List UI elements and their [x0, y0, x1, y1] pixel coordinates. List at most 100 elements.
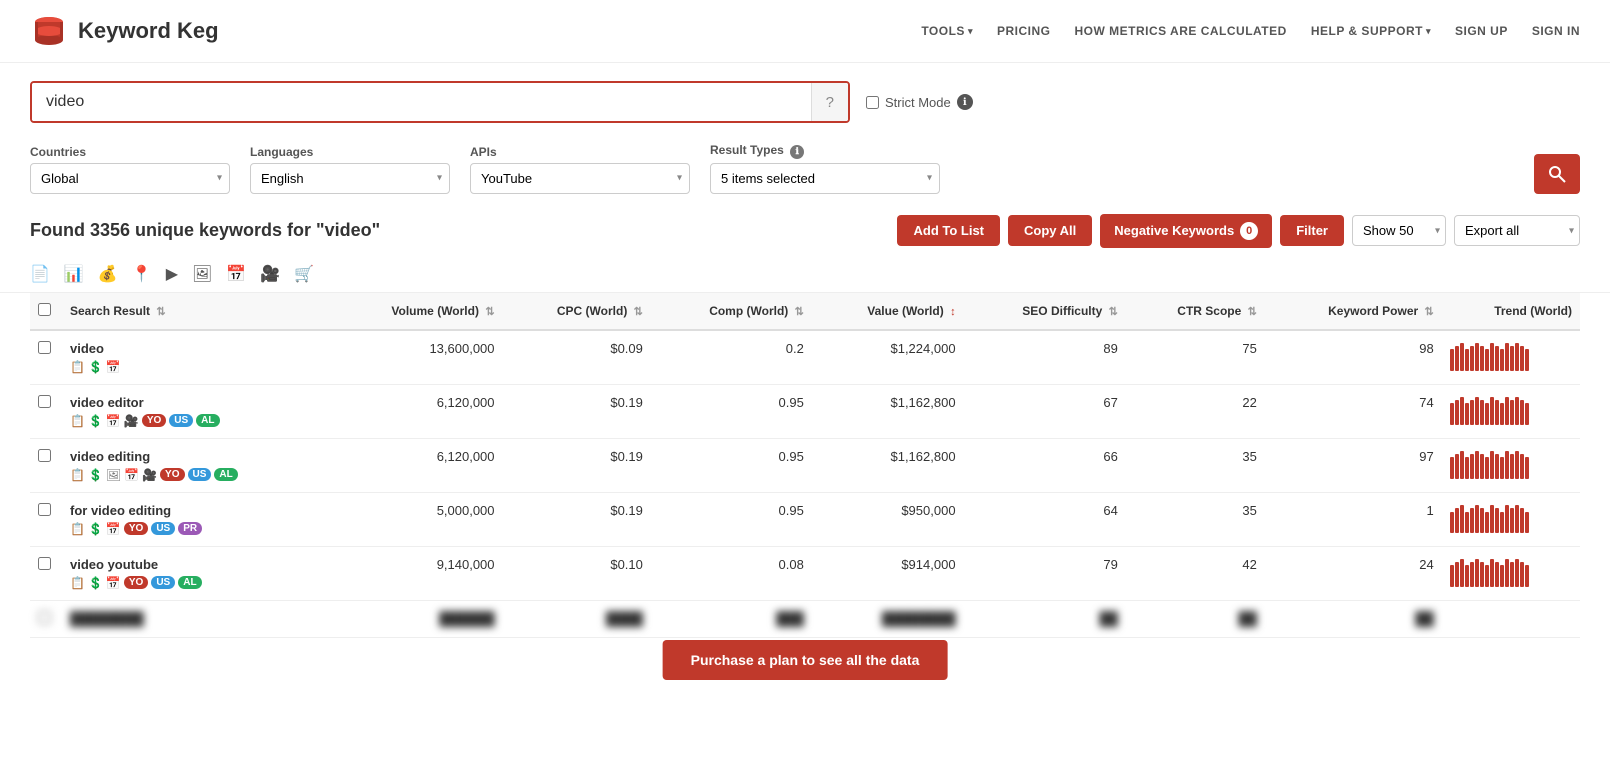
nav-pricing[interactable]: PRICING — [997, 24, 1051, 38]
col-seo: SEO Difficulty ⇅ — [964, 293, 1126, 330]
sort-cpc-icon[interactable]: ⇅ — [634, 306, 643, 318]
cell-value: 35 — [1126, 438, 1265, 492]
tag-calendar-icon[interactable]: 📅 — [106, 576, 121, 590]
badge-al: AL — [214, 468, 237, 481]
countries-label: Countries — [30, 145, 230, 159]
tag-dollar-icon[interactable]: 💲 — [88, 522, 103, 536]
nav-tools[interactable]: TOOLS ▾ — [921, 24, 973, 38]
toolbar-calendar-icon[interactable]: 📅 — [226, 264, 246, 284]
tag-copy-icon[interactable]: 📋 — [70, 468, 85, 482]
tag-video-icon[interactable]: 🎥 — [142, 468, 157, 482]
row-checkbox[interactable] — [38, 395, 51, 408]
search-box: ? — [30, 81, 850, 123]
toolbar-pin-icon[interactable]: 📍 — [132, 264, 152, 284]
search-help-button[interactable]: ? — [811, 83, 848, 121]
table-row: video youtube📋💲📅YOUSAL9,140,000$0.100.08… — [30, 546, 1580, 600]
strict-mode-info-icon[interactable]: ℹ — [957, 94, 973, 110]
nav-signup[interactable]: SIGN UP — [1455, 24, 1508, 38]
tag-dollar-icon[interactable]: 💲 — [88, 468, 103, 482]
toolbar-chart-icon[interactable]: 📊 — [64, 264, 84, 284]
tag-calendar-icon[interactable]: 📅 — [124, 468, 139, 482]
nav-signin[interactable]: SIGN IN — [1532, 24, 1580, 38]
trend-cell — [1442, 438, 1580, 492]
filter-button[interactable]: Filter — [1280, 215, 1344, 246]
search-area: ? Strict Mode ℹ — [0, 63, 1610, 133]
row-checkbox[interactable] — [38, 503, 51, 516]
tag-copy-icon[interactable]: 📋 — [70, 522, 85, 536]
tag-dollar-icon[interactable]: 💲 — [88, 360, 103, 374]
results-actions: Add To List Copy All Negative Keywords 0… — [897, 214, 1580, 248]
toolbar-play-icon[interactable]: ▶ — [166, 264, 178, 284]
tag-dollar-icon[interactable]: 💲 — [88, 414, 103, 428]
tag-dollar-icon[interactable]: 💲 — [88, 576, 103, 590]
export-select[interactable]: Export all Export selected — [1454, 215, 1580, 246]
result-types-label: Result Types ℹ — [710, 143, 940, 159]
tag-image-icon[interactable]: 🖼 — [106, 468, 121, 482]
result-types-info-icon[interactable]: ℹ — [790, 145, 804, 159]
cell-value: 0.08 — [651, 546, 812, 600]
nav-how-metrics[interactable]: HOW METRICS ARE CALCULATED — [1074, 24, 1286, 38]
nav-help[interactable]: HELP & SUPPORT ▾ — [1311, 24, 1431, 38]
tag-copy-icon[interactable]: 📋 — [70, 414, 85, 428]
cell-value: 98 — [1265, 330, 1442, 385]
tag-video-icon[interactable]: 🎥 — [124, 414, 139, 428]
toolbar-money-icon[interactable]: 💰 — [98, 264, 118, 284]
result-types-select[interactable]: 5 items selected All Questions — [710, 163, 940, 194]
search-input[interactable] — [32, 83, 811, 121]
cell-value: 42 — [1126, 546, 1265, 600]
badge-pr: PR — [178, 522, 202, 535]
select-all-checkbox[interactable] — [38, 303, 51, 316]
cell-value: 0.95 — [651, 438, 812, 492]
tools-chevron: ▾ — [968, 26, 973, 37]
cell-value: $1,162,800 — [812, 438, 964, 492]
purchase-plan-button[interactable]: Purchase a plan to see all the data — [663, 640, 948, 680]
tag-calendar-icon[interactable]: 📅 — [106, 414, 121, 428]
tag-calendar-icon[interactable]: 📅 — [106, 360, 121, 374]
tag-copy-icon[interactable]: 📋 — [70, 576, 85, 590]
add-to-list-button[interactable]: Add To List — [897, 215, 1000, 246]
cell-value: 22 — [1126, 384, 1265, 438]
cell-value: $914,000 — [812, 546, 964, 600]
strict-mode-label[interactable]: Strict Mode — [885, 95, 951, 110]
cell-value: $0.19 — [503, 384, 651, 438]
sort-volume-icon[interactable]: ⇅ — [485, 306, 494, 318]
show-select[interactable]: Show 50 Show 100 Show 200 — [1352, 215, 1446, 246]
countries-select[interactable]: Global United States United Kingdom Cana… — [30, 163, 230, 194]
tag-copy-icon[interactable]: 📋 — [70, 360, 85, 374]
negative-keywords-button[interactable]: Negative Keywords 0 — [1100, 214, 1272, 248]
sort-value-icon[interactable]: ↕ — [950, 306, 956, 318]
toolbar-cart-icon[interactable]: 🛒 — [294, 264, 314, 284]
cell-value: 1 — [1265, 492, 1442, 546]
toolbar-video-icon[interactable]: 🎥 — [260, 264, 280, 284]
brand-logo[interactable]: Keyword Keg — [30, 12, 219, 50]
strict-mode-checkbox[interactable] — [866, 96, 879, 109]
languages-select[interactable]: English Spanish French German — [250, 163, 450, 194]
badge-yo: YO — [142, 414, 166, 427]
sort-seo-icon[interactable]: ⇅ — [1109, 306, 1118, 318]
nav-links: TOOLS ▾ PRICING HOW METRICS ARE CALCULAT… — [921, 24, 1580, 38]
badge-al: AL — [178, 576, 201, 589]
sort-search-icon[interactable]: ⇅ — [156, 306, 165, 318]
table-row: video editor📋💲📅🎥YOUSAL6,120,000$0.190.95… — [30, 384, 1580, 438]
table-row: video editing📋💲🖼📅🎥YOUSAL6,120,000$0.190.… — [30, 438, 1580, 492]
row-checkbox[interactable] — [38, 341, 51, 354]
row-checkbox[interactable] — [38, 449, 51, 462]
logo-icon — [30, 12, 68, 50]
cell-value: 0.95 — [651, 492, 812, 546]
row-checkbox[interactable] — [38, 557, 51, 570]
sort-power-icon[interactable]: ⇅ — [1425, 306, 1434, 318]
filter-languages: Languages English Spanish French German … — [250, 145, 450, 194]
search-submit-button[interactable] — [1534, 154, 1580, 194]
sort-comp-icon[interactable]: ⇅ — [795, 306, 804, 318]
toolbar-image-icon[interactable]: 🖼 — [192, 264, 212, 284]
sort-ctr-icon[interactable]: ⇅ — [1248, 306, 1257, 318]
table-row: video📋💲📅13,600,000$0.090.2$1,224,0008975… — [30, 330, 1580, 385]
copy-all-button[interactable]: Copy All — [1008, 215, 1092, 246]
badge-yo: YO — [124, 576, 148, 589]
tag-calendar-icon[interactable]: 📅 — [106, 522, 121, 536]
apis-select-wrapper: YouTube Google Bing Amazon ▾ — [470, 163, 690, 194]
apis-select[interactable]: YouTube Google Bing Amazon — [470, 163, 690, 194]
toolbar-document-icon[interactable]: 📄 — [30, 264, 50, 284]
icon-toolbar: 📄 📊 💰 📍 ▶ 🖼 📅 🎥 🛒 — [0, 258, 1610, 293]
cell-value: $1,162,800 — [812, 384, 964, 438]
